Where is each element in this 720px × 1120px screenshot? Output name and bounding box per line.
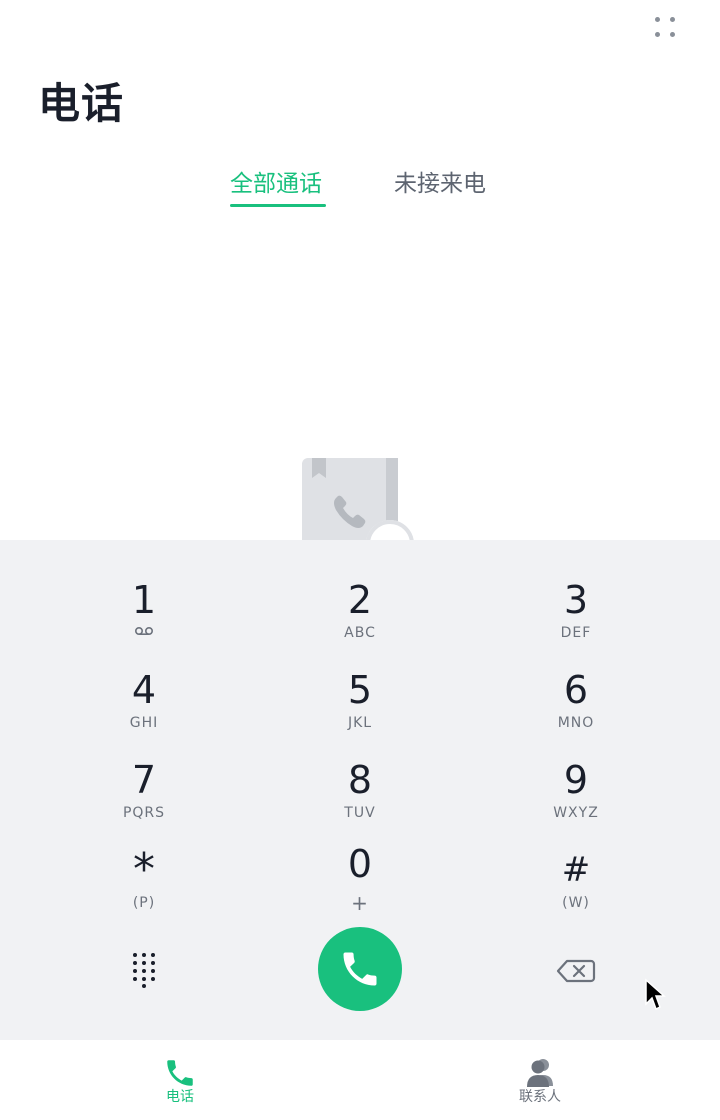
dialpad-key-3[interactable]: 3 DEF bbox=[496, 578, 656, 656]
key-digit: 1 bbox=[131, 578, 157, 622]
key-digit: 2 bbox=[347, 578, 373, 622]
key-digit: 3 bbox=[563, 578, 589, 622]
key-letters: + bbox=[351, 891, 369, 915]
key-digit: # bbox=[561, 850, 591, 890]
dialpad-toggle-icon bbox=[133, 953, 155, 988]
tab-all-calls[interactable]: 全部通话 bbox=[230, 164, 322, 198]
nav-contacts-label: 联系人 bbox=[519, 1089, 561, 1105]
key-letters: MNO bbox=[557, 715, 595, 731]
key-letters: (W) bbox=[562, 895, 590, 911]
key-letters: JKL bbox=[347, 715, 373, 731]
key-digit: * bbox=[133, 844, 155, 895]
dialpad-key-hash[interactable]: # (W) bbox=[496, 848, 656, 926]
more-options-button[interactable] bbox=[648, 12, 684, 44]
key-digit: 4 bbox=[131, 668, 157, 712]
tab-missed-calls[interactable]: 未接来电 bbox=[394, 164, 486, 198]
voicemail-icon bbox=[134, 626, 154, 636]
dialpad-key-6[interactable]: 6 MNO bbox=[496, 668, 656, 746]
dialpad-toggle-button[interactable] bbox=[124, 950, 164, 990]
key-digit: 7 bbox=[131, 758, 157, 802]
call-log-empty-illustration bbox=[300, 456, 420, 540]
backspace-button[interactable] bbox=[556, 958, 596, 984]
contacts-icon bbox=[527, 1059, 553, 1087]
key-digit: 5 bbox=[347, 668, 373, 712]
phone-app-screen: 电话 全部通话 未接来电 1 2 ABC 3 DEF 4 GHI 5 JKL 6… bbox=[0, 0, 720, 1120]
key-letters: (P) bbox=[132, 895, 156, 911]
nav-phone-label: 电话 bbox=[166, 1089, 194, 1105]
key-digit: 9 bbox=[563, 758, 589, 802]
key-letters: PQRS bbox=[122, 805, 166, 821]
dialpad-key-star[interactable]: * (P) bbox=[64, 848, 224, 926]
active-tab-indicator bbox=[230, 204, 326, 207]
call-log-tabs: 全部通话 未接来电 bbox=[0, 160, 720, 212]
dialpad: 1 2 ABC 3 DEF 4 GHI 5 JKL 6 MNO 7 PQRS 8… bbox=[0, 540, 720, 1040]
key-digit: 0 bbox=[347, 842, 373, 886]
dialpad-key-4[interactable]: 4 GHI bbox=[64, 668, 224, 746]
dialpad-key-0[interactable]: 0 + bbox=[280, 842, 440, 920]
key-digit: 8 bbox=[347, 758, 373, 802]
phone-icon bbox=[167, 1060, 193, 1086]
page-title: 电话 bbox=[38, 79, 125, 128]
dialpad-key-9[interactable]: 9 WXYZ bbox=[496, 758, 656, 836]
key-digit: 6 bbox=[563, 668, 589, 712]
nav-contacts-tab[interactable]: 联系人 bbox=[490, 1056, 590, 1106]
dialpad-key-5[interactable]: 5 JKL bbox=[280, 668, 440, 746]
bottom-navigation: 电话 联系人 bbox=[0, 1040, 720, 1120]
key-letters: WXYZ bbox=[553, 805, 599, 821]
key-letters: ABC bbox=[344, 625, 376, 641]
key-letters: TUV bbox=[344, 805, 376, 821]
backspace-icon bbox=[556, 959, 596, 983]
dialpad-key-2[interactable]: 2 ABC bbox=[280, 578, 440, 656]
phone-call-icon bbox=[343, 952, 377, 986]
dialpad-key-7[interactable]: 7 PQRS bbox=[64, 758, 224, 836]
nav-phone-tab[interactable]: 电话 bbox=[130, 1056, 230, 1106]
call-button[interactable] bbox=[318, 927, 402, 1011]
key-letters: GHI bbox=[129, 715, 159, 731]
dialpad-key-8[interactable]: 8 TUV bbox=[280, 758, 440, 836]
key-letters: DEF bbox=[560, 625, 592, 641]
dialpad-key-1[interactable]: 1 bbox=[64, 578, 224, 656]
